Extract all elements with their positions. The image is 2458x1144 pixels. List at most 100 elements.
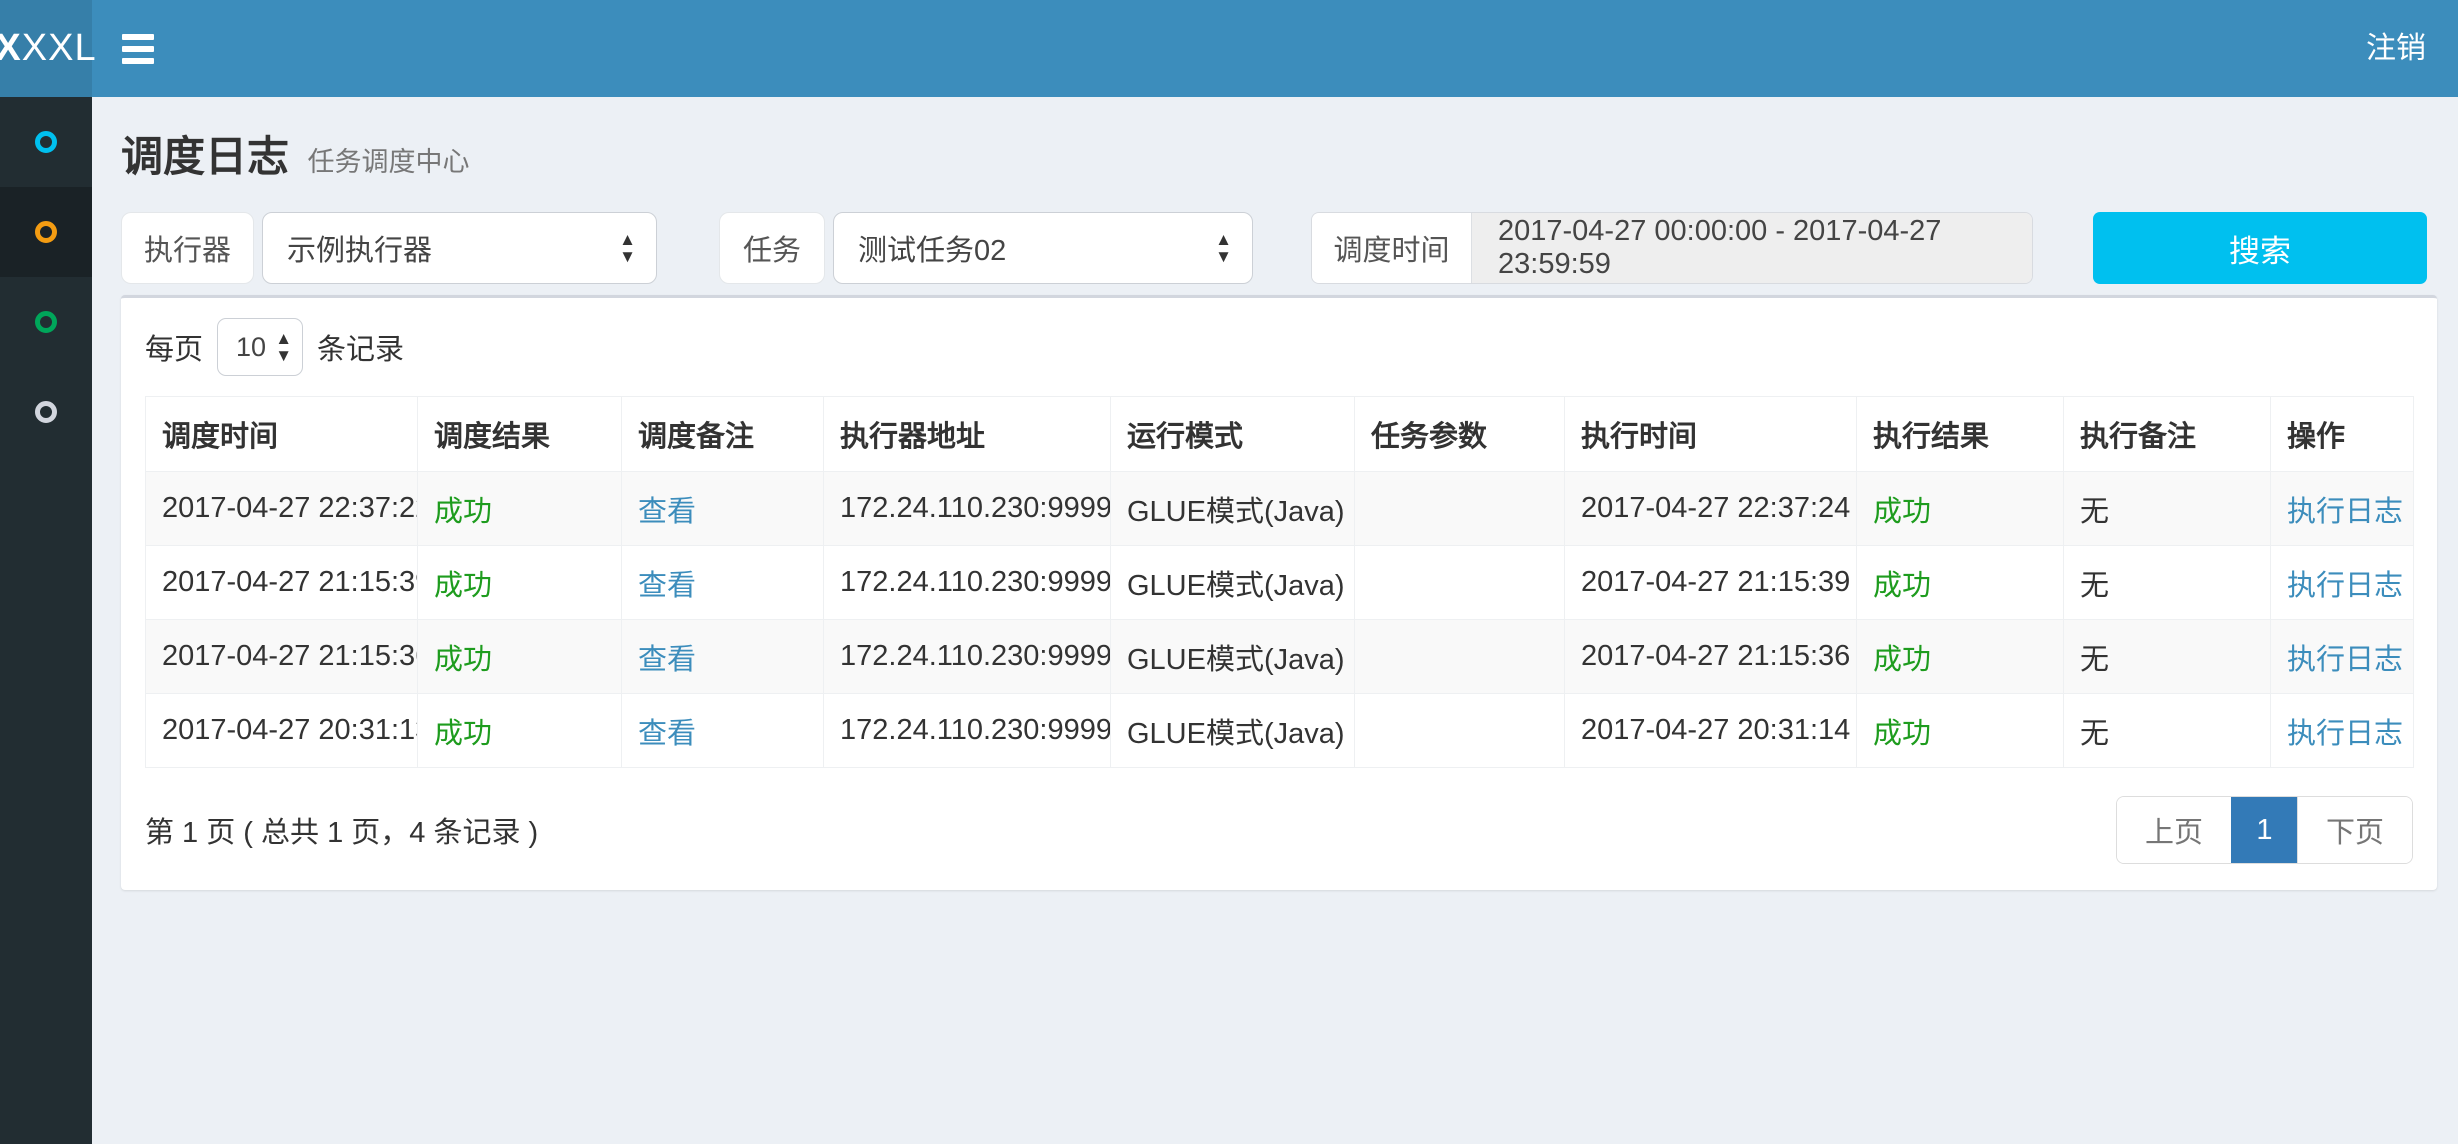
page-size-suffix-label: 条记录: [317, 326, 404, 368]
cell-handle_msg: 无: [2064, 620, 2271, 694]
cell-handle_result: 成功: [1857, 694, 2064, 768]
hamburger-icon: [122, 34, 154, 64]
cell-action[interactable]: 执行日志: [2271, 546, 2414, 620]
sidebar-item-3[interactable]: [0, 277, 92, 367]
cell-executor_address: 172.24.110.230:9999: [824, 620, 1111, 694]
column-header: 任务参数: [1355, 397, 1565, 472]
executor-filter-label: 执行器: [121, 212, 254, 284]
column-header: 执行结果: [1857, 397, 2064, 472]
job-select-value: 测试任务02: [858, 227, 1215, 269]
page-title: 调度日志: [121, 133, 289, 180]
cell-handle_time: 2017-04-27 20:31:14: [1565, 694, 1857, 768]
cell-trigger_time: 2017-04-27 20:31:13: [146, 694, 418, 768]
cell-job_param: [1355, 546, 1565, 620]
cell-handle_result: 成功: [1857, 546, 2064, 620]
select-arrows-icon: ▲▼: [275, 330, 292, 364]
current-page-button[interactable]: 1: [2231, 797, 2297, 863]
cell-trigger_msg[interactable]: 查看: [622, 694, 824, 768]
sidebar-item-2[interactable]: [0, 187, 92, 277]
circle-outline-icon: [35, 221, 57, 243]
next-page-button[interactable]: 下页: [2297, 797, 2412, 863]
logout-link[interactable]: 注销: [2356, 0, 2436, 97]
cell-executor_address: 172.24.110.230:9999: [824, 472, 1111, 546]
table-header-row: 调度时间调度结果调度备注执行器地址运行模式任务参数执行时间执行结果执行备注操作: [146, 397, 2414, 472]
trigger-time-filter-group: 调度时间 2017-04-27 00:00:00 - 2017-04-27 23…: [1311, 212, 2033, 284]
circle-outline-icon: [35, 401, 57, 423]
topbar: XXXL 注销: [0, 0, 2458, 97]
page-size-value: 10: [236, 332, 275, 363]
select-arrows-icon: ▲▼: [1215, 231, 1232, 265]
executor-select[interactable]: 示例执行器 ▲▼: [262, 212, 657, 284]
column-header: 调度时间: [146, 397, 418, 472]
cell-trigger_result: 成功: [418, 620, 622, 694]
cell-trigger_msg[interactable]: 查看: [622, 620, 824, 694]
log-table: 调度时间调度结果调度备注执行器地址运行模式任务参数执行时间执行结果执行备注操作 …: [145, 396, 2414, 768]
cell-handle_msg: 无: [2064, 694, 2271, 768]
cell-trigger_result: 成功: [418, 472, 622, 546]
cell-handle_result: 成功: [1857, 620, 2064, 694]
cell-trigger_time: 2017-04-27 21:15:39: [146, 546, 418, 620]
cell-trigger_result: 成功: [418, 694, 622, 768]
cell-handle_time: 2017-04-27 21:15:39: [1565, 546, 1857, 620]
executor-select-value: 示例执行器: [287, 227, 619, 269]
column-header: 执行器地址: [824, 397, 1111, 472]
content-header: 调度日志 任务调度中心: [121, 97, 2437, 204]
column-header: 运行模式: [1111, 397, 1355, 472]
table-row: 2017-04-27 20:31:13成功查看172.24.110.230:99…: [146, 694, 2414, 768]
sidebar-item-4[interactable]: [0, 367, 92, 457]
circle-outline-icon: [35, 131, 57, 153]
page-subtitle: 任务调度中心: [307, 147, 469, 177]
pagination-summary: 第 1 页 ( 总共 1 页，4 条记录 ): [145, 809, 538, 851]
job-filter-label: 任务: [719, 212, 825, 284]
column-header: 调度备注: [622, 397, 824, 472]
select-arrows-icon: ▲▼: [619, 231, 636, 265]
column-header: 执行时间: [1565, 397, 1857, 472]
cell-trigger_msg[interactable]: 查看: [622, 546, 824, 620]
table-row: 2017-04-27 21:15:39成功查看172.24.110.230:99…: [146, 546, 2414, 620]
app-logo-text: XXL: [22, 27, 97, 70]
cell-glue_type: GLUE模式(Java): [1111, 694, 1355, 768]
cell-handle_msg: 无: [2064, 546, 2271, 620]
table-row: 2017-04-27 22:37:22成功查看172.24.110.230:99…: [146, 472, 2414, 546]
page-size-prefix-label: 每页: [145, 326, 203, 368]
page-size-row: 每页 10 ▲▼ 条记录: [145, 312, 2413, 382]
column-header: 执行备注: [2064, 397, 2271, 472]
cell-handle_time: 2017-04-27 21:15:36: [1565, 620, 1857, 694]
cell-glue_type: GLUE模式(Java): [1111, 546, 1355, 620]
cell-trigger_msg[interactable]: 查看: [622, 472, 824, 546]
content-area: 调度日志 任务调度中心 执行器 示例执行器 ▲▼ 任务 测试任务02 ▲▼ 调度…: [92, 97, 2458, 890]
cell-handle_msg: 无: [2064, 472, 2271, 546]
column-header: 调度结果: [418, 397, 622, 472]
prev-page-button[interactable]: 上页: [2117, 797, 2231, 863]
cell-job_param: [1355, 472, 1565, 546]
cell-executor_address: 172.24.110.230:9999: [824, 546, 1111, 620]
trigger-time-filter-label: 调度时间: [1312, 213, 1472, 283]
cell-trigger_time: 2017-04-27 22:37:22: [146, 472, 418, 546]
cell-action[interactable]: 执行日志: [2271, 694, 2414, 768]
pager: 上页 1 下页: [2116, 796, 2413, 864]
circle-outline-icon: [35, 311, 57, 333]
filter-toolbar: 执行器 示例执行器 ▲▼ 任务 测试任务02 ▲▼ 调度时间 2017-04-2…: [121, 212, 2437, 284]
app-logo-text-bold: X: [0, 27, 22, 70]
sidebar: [0, 97, 92, 1144]
column-header: 操作: [2271, 397, 2414, 472]
cell-job_param: [1355, 694, 1565, 768]
cell-action[interactable]: 执行日志: [2271, 472, 2414, 546]
cell-action[interactable]: 执行日志: [2271, 620, 2414, 694]
cell-trigger_result: 成功: [418, 546, 622, 620]
cell-handle_time: 2017-04-27 22:37:24: [1565, 472, 1857, 546]
cell-job_param: [1355, 620, 1565, 694]
log-panel: 每页 10 ▲▼ 条记录 调度时间调度结果调度备注执行器地址运行模式任务参数执行…: [121, 295, 2437, 890]
sidebar-toggle-button[interactable]: [92, 0, 184, 97]
cell-handle_result: 成功: [1857, 472, 2064, 546]
page-size-select[interactable]: 10 ▲▼: [217, 318, 303, 376]
table-row: 2017-04-27 21:15:36成功查看172.24.110.230:99…: [146, 620, 2414, 694]
job-select[interactable]: 测试任务02 ▲▼: [833, 212, 1253, 284]
sidebar-item-1[interactable]: [0, 97, 92, 187]
cell-glue_type: GLUE模式(Java): [1111, 472, 1355, 546]
cell-glue_type: GLUE模式(Java): [1111, 620, 1355, 694]
app-logo[interactable]: XXXL: [0, 0, 92, 97]
cell-trigger_time: 2017-04-27 21:15:36: [146, 620, 418, 694]
search-button[interactable]: 搜索: [2093, 212, 2427, 284]
trigger-time-range-input[interactable]: 2017-04-27 00:00:00 - 2017-04-27 23:59:5…: [1472, 213, 2032, 283]
